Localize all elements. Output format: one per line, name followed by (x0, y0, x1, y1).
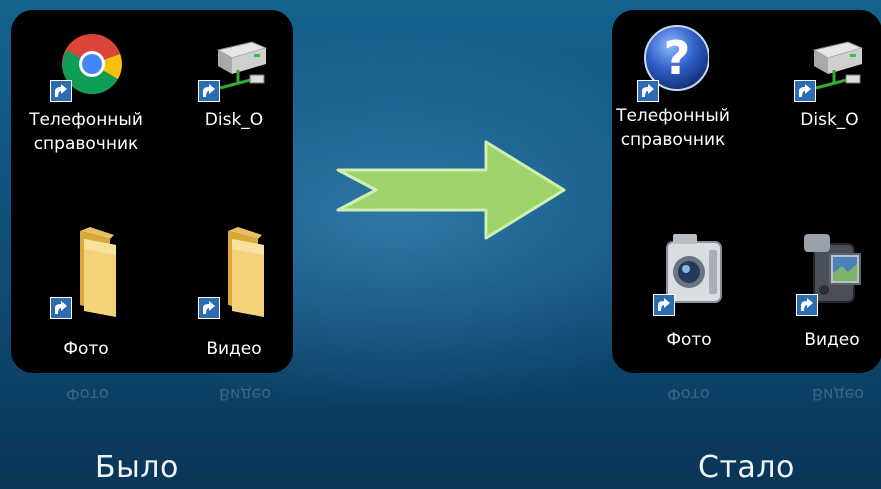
caption-after: Стало (698, 450, 795, 485)
right-arrow-icon (336, 140, 566, 240)
reflection-label: Фото (667, 385, 710, 404)
shortcut-label: Фото (666, 330, 712, 350)
reflection-label: Видео (219, 385, 272, 404)
shortcut-photo-before[interactable]: Фото (21, 225, 151, 361)
camera-icon (653, 228, 725, 316)
network-drive-icon (198, 30, 270, 102)
shortcut-label: Disk_O (204, 110, 264, 130)
shortcut-arrow-icon (793, 80, 816, 102)
shortcut-label: Видео (206, 339, 262, 359)
caption-before: Было (95, 450, 179, 485)
shortcut-phonebook-after[interactable]: ? Телефонный справочник (612, 22, 738, 152)
shortcut-arrow-icon (796, 294, 818, 316)
shortcut-arrow-icon (637, 80, 659, 102)
chrome-icon (50, 30, 122, 102)
shortcut-photo-after[interactable]: Фото (624, 228, 754, 352)
folder-icon (50, 225, 122, 319)
panel-reflection-before: Фото Видео (11, 377, 293, 457)
shortcut-label: Телефонный справочник (616, 106, 730, 150)
shortcut-disk-o-after[interactable]: Disk_O (777, 30, 881, 132)
shortcut-arrow-icon (198, 297, 220, 319)
desktop-panel-before: Телефонный справочник Disk_O Фото Видео (11, 10, 293, 373)
shortcut-label: Disk_O (800, 110, 859, 130)
network-drive-icon (793, 30, 866, 102)
video-camera-icon (796, 228, 868, 316)
shortcut-label: Телефонный справочник (29, 110, 143, 154)
shortcut-arrow-icon (653, 294, 675, 316)
help-icon: ? (637, 22, 710, 102)
shortcut-phonebook-before[interactable]: Телефонный справочник (21, 30, 151, 156)
folder-icon (198, 225, 270, 319)
shortcut-disk-o-before[interactable]: Disk_O (179, 30, 289, 132)
shortcut-arrow-icon (198, 80, 220, 102)
shortcut-label: Фото (63, 339, 109, 359)
shortcut-video-before[interactable]: Видео (179, 225, 289, 361)
shortcut-video-after[interactable]: Видео (782, 228, 881, 352)
reflection-label: Видео (812, 385, 865, 404)
svg-text:?: ? (664, 31, 691, 85)
shortcut-label: Видео (804, 330, 860, 350)
panel-reflection-after: Фото Видео (612, 377, 881, 457)
reflection-label: Фото (66, 385, 109, 404)
shortcut-arrow-icon (50, 297, 72, 319)
shortcut-arrow-icon (50, 80, 72, 102)
desktop-panel-after: ? Телефонный справочник Disk_O Фото Виде… (612, 10, 881, 373)
